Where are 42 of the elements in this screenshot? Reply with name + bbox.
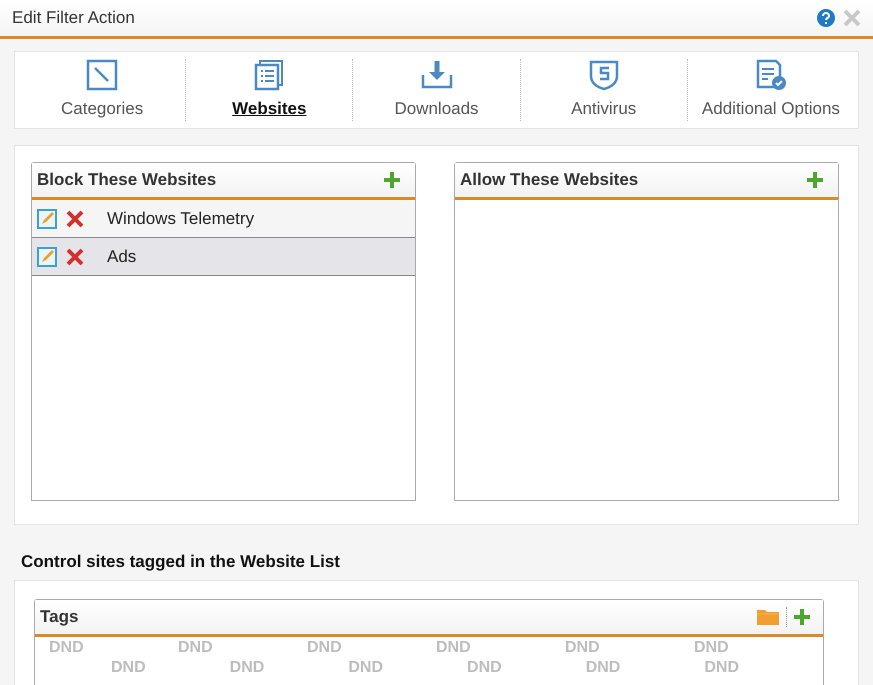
help-button[interactable] — [817, 9, 835, 27]
drop-hint: DND — [307, 638, 343, 656]
question-mark-icon — [821, 12, 831, 24]
drop-hint: DND — [436, 638, 472, 656]
drop-hint: DND — [704, 658, 740, 676]
close-button[interactable] — [843, 9, 861, 27]
drop-hint: DND — [586, 658, 622, 676]
drop-hint: DND — [178, 638, 214, 656]
list-title: Block These Websites — [37, 169, 216, 192]
tags-title: Tags — [40, 606, 78, 628]
edit-icon[interactable] — [37, 208, 57, 228]
document-check-icon — [754, 59, 787, 91]
tab[interactable]: Antivirus — [520, 59, 687, 121]
delete-icon[interactable] — [65, 246, 85, 266]
shield-icon — [588, 59, 620, 91]
drop-hint: DND — [467, 658, 503, 676]
list-row[interactable]: Ads — [32, 238, 415, 276]
folder-icon[interactable] — [756, 608, 780, 626]
website-name: Windows Telemetry — [107, 208, 254, 230]
drop-hint: DND — [230, 658, 266, 676]
tab[interactable]: Categories — [19, 59, 186, 121]
add-button[interactable] — [383, 171, 401, 189]
tab[interactable]: Downloads — [352, 59, 520, 121]
drop-hint: DND — [348, 658, 384, 676]
drop-hint: DND — [565, 638, 601, 656]
tab[interactable]: Websites — [185, 59, 352, 121]
section-heading: Control sites tagged in the Website List — [21, 551, 341, 573]
website-name: Ads — [107, 246, 136, 268]
list-row[interactable]: Windows Telemetry — [32, 200, 415, 238]
drop-hint: DND — [49, 638, 85, 656]
window-title: Edit Filter Action — [12, 7, 135, 30]
add-button[interactable] — [806, 171, 824, 189]
download-tray-icon — [420, 59, 452, 91]
tab[interactable]: Additional Options — [686, 59, 854, 121]
documents-icon — [253, 59, 286, 91]
list-title: Allow These Websites — [460, 169, 638, 192]
drop-hint: DND — [111, 658, 147, 676]
square-slash-icon — [86, 59, 118, 91]
delete-icon[interactable] — [65, 208, 85, 228]
drop-hint: DND — [694, 638, 730, 656]
edit-icon[interactable] — [37, 246, 57, 266]
add-button[interactable] — [793, 608, 811, 626]
